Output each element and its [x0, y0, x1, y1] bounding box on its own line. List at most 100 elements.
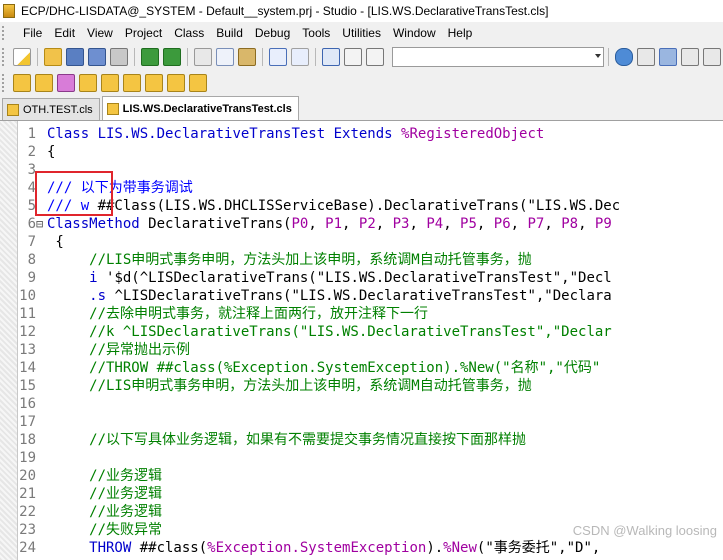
- code-line[interactable]: 17: [18, 413, 47, 431]
- code-token: //以下写具体业务逻辑，如果有不需要提交事务情况直接按下面那样抛: [47, 432, 526, 448]
- menu-file[interactable]: File: [17, 22, 48, 44]
- globe-icon[interactable]: [615, 48, 633, 66]
- grid-icon[interactable]: [637, 48, 655, 66]
- fold-gutter: [36, 485, 47, 503]
- code-line[interactable]: 9 i '$d(^LISDeclarativeTrans("LIS.WS.Dec…: [18, 269, 612, 287]
- save-icon[interactable]: [66, 48, 84, 66]
- highlight-annotation-box: [35, 171, 113, 216]
- line-number: 19: [19, 450, 36, 466]
- fold-toggle-icon[interactable]: ⊟: [36, 215, 47, 233]
- menu-grip: [2, 26, 14, 40]
- tab-oth-test[interactable]: OTH.TEST.cls: [2, 98, 100, 120]
- code-token: ,: [510, 216, 528, 232]
- line-number: 6: [27, 216, 36, 232]
- code-token: P1: [325, 216, 343, 232]
- code-line[interactable]: 23 //失败异常: [18, 521, 162, 539]
- menu-project[interactable]: Project: [119, 22, 168, 44]
- add-projection-icon[interactable]: [189, 74, 207, 92]
- fold-gutter: [36, 521, 47, 539]
- code-token: //去除申明式事务，就注释上面两行，放开注释下一行: [47, 306, 428, 322]
- code-token: ,: [342, 216, 359, 232]
- code-line[interactable]: 19: [18, 449, 47, 467]
- code-line[interactable]: 6⊟ ClassMethod DeclarativeTrans(P0, P1, P…: [18, 215, 612, 233]
- code-line[interactable]: 11 //去除申明式事务，就注释上面两行，放开注释下一行: [18, 305, 428, 323]
- code-line[interactable]: 21 //业务逻辑: [18, 485, 162, 503]
- line-number: 14: [19, 360, 36, 376]
- toolbar-combo[interactable]: [392, 47, 604, 67]
- code-line[interactable]: 20 //业务逻辑: [18, 467, 162, 485]
- tab-declarative-trans-test[interactable]: LIS.WS.DeclarativeTransTest.cls: [101, 96, 299, 120]
- code-token: {: [47, 144, 56, 160]
- menu-tools[interactable]: Tools: [296, 22, 336, 44]
- undo-icon[interactable]: [269, 48, 287, 66]
- view-mode-2-icon[interactable]: [344, 48, 362, 66]
- code-token: ,: [544, 216, 562, 232]
- paste-icon[interactable]: [238, 48, 256, 66]
- add-parameter-icon[interactable]: [79, 74, 97, 92]
- code-line[interactable]: 10 .s ^LISDeclarativeTrans("LIS.WS.Decla…: [18, 287, 612, 305]
- view-mode-3-icon[interactable]: [366, 48, 384, 66]
- code-line[interactable]: 7 {: [18, 233, 64, 251]
- toolbar-separator: [262, 48, 263, 66]
- code-line[interactable]: 22 //业务逻辑: [18, 503, 162, 521]
- add-method-icon[interactable]: [57, 74, 75, 92]
- toolbar-separator: [315, 48, 316, 66]
- copy-icon[interactable]: [216, 48, 234, 66]
- code-line[interactable]: 18 //以下写具体业务逻辑，如果有不需要提交事务情况直接按下面那样抛: [18, 431, 526, 449]
- code-line[interactable]: 24 THROW ##class(%Exception.SystemExcept…: [18, 539, 600, 557]
- toolbar-separator: [37, 48, 38, 66]
- code-token: //业务逻辑: [47, 468, 163, 484]
- code-token: ).: [426, 540, 444, 556]
- menu-build[interactable]: Build: [210, 22, 249, 44]
- editor-tab-bar: OTH.TEST.cls LIS.WS.DeclarativeTransTest…: [0, 96, 723, 121]
- save-all-icon[interactable]: [88, 48, 106, 66]
- add-trigger-icon[interactable]: [145, 74, 163, 92]
- bars-icon[interactable]: [659, 48, 677, 66]
- menu-utilities[interactable]: Utilities: [336, 22, 387, 44]
- class-wizard-icon[interactable]: [13, 74, 31, 92]
- menu-debug[interactable]: Debug: [249, 22, 296, 44]
- code-line[interactable]: 15 //LIS申明式事务申明，方法头加上该申明，系统调M自动托管事务，抛: [18, 377, 532, 395]
- fold-gutter: [36, 359, 47, 377]
- back-arrow-icon[interactable]: [141, 48, 159, 66]
- toolbar-grip: [2, 74, 8, 92]
- fold-gutter: [36, 251, 47, 269]
- add-property-icon[interactable]: [35, 74, 53, 92]
- code-line[interactable]: 12 //k ^LISDeclarativeTrans("LIS.WS.Decl…: [18, 323, 612, 341]
- cut-icon[interactable]: [194, 48, 212, 66]
- code-line[interactable]: 8 //LIS申明式事务申明，方法头加上该申明，系统调M自动托管事务，抛: [18, 251, 532, 269]
- menu-edit[interactable]: Edit: [48, 22, 81, 44]
- line-number: 21: [19, 486, 36, 502]
- redo-icon[interactable]: [291, 48, 309, 66]
- code-token: {: [47, 234, 64, 250]
- menu-help[interactable]: Help: [442, 22, 479, 44]
- tree-icon[interactable]: [703, 48, 721, 66]
- menu-class[interactable]: Class: [168, 22, 210, 44]
- fold-gutter: [36, 305, 47, 323]
- add-index-icon[interactable]: [101, 74, 119, 92]
- open-folder-icon[interactable]: [44, 48, 62, 66]
- line-number: 20: [19, 468, 36, 484]
- menu-view[interactable]: View: [81, 22, 119, 44]
- code-line[interactable]: 14 //THROW ##class(%Exception.SystemExce…: [18, 359, 600, 377]
- code-token: ##class(: [139, 540, 208, 556]
- fold-gutter: [36, 539, 47, 557]
- line-number: 24: [19, 540, 36, 556]
- code-line[interactable]: 16: [18, 395, 47, 413]
- menu-window[interactable]: Window: [387, 22, 442, 44]
- add-xdata-icon[interactable]: [167, 74, 185, 92]
- add-query-icon[interactable]: [123, 74, 141, 92]
- new-file-icon[interactable]: [13, 48, 31, 66]
- print-icon[interactable]: [110, 48, 128, 66]
- forward-arrow-icon[interactable]: [163, 48, 181, 66]
- code-token: Extends: [333, 126, 402, 142]
- code-line[interactable]: 2 {: [18, 143, 56, 161]
- toolbar-separator: [608, 48, 609, 66]
- view-mode-1-icon[interactable]: [322, 48, 340, 66]
- code-line[interactable]: 1 Class LIS.WS.DeclarativeTransTest Exte…: [18, 125, 545, 143]
- code-line[interactable]: 13 //异常抛出示例: [18, 341, 190, 359]
- list-icon[interactable]: [681, 48, 699, 66]
- secondary-toolbar: [0, 70, 723, 96]
- line-number: 22: [19, 504, 36, 520]
- code-token: '$d(^LISDeclarativeTrans("LIS.WS.Declara…: [106, 270, 612, 286]
